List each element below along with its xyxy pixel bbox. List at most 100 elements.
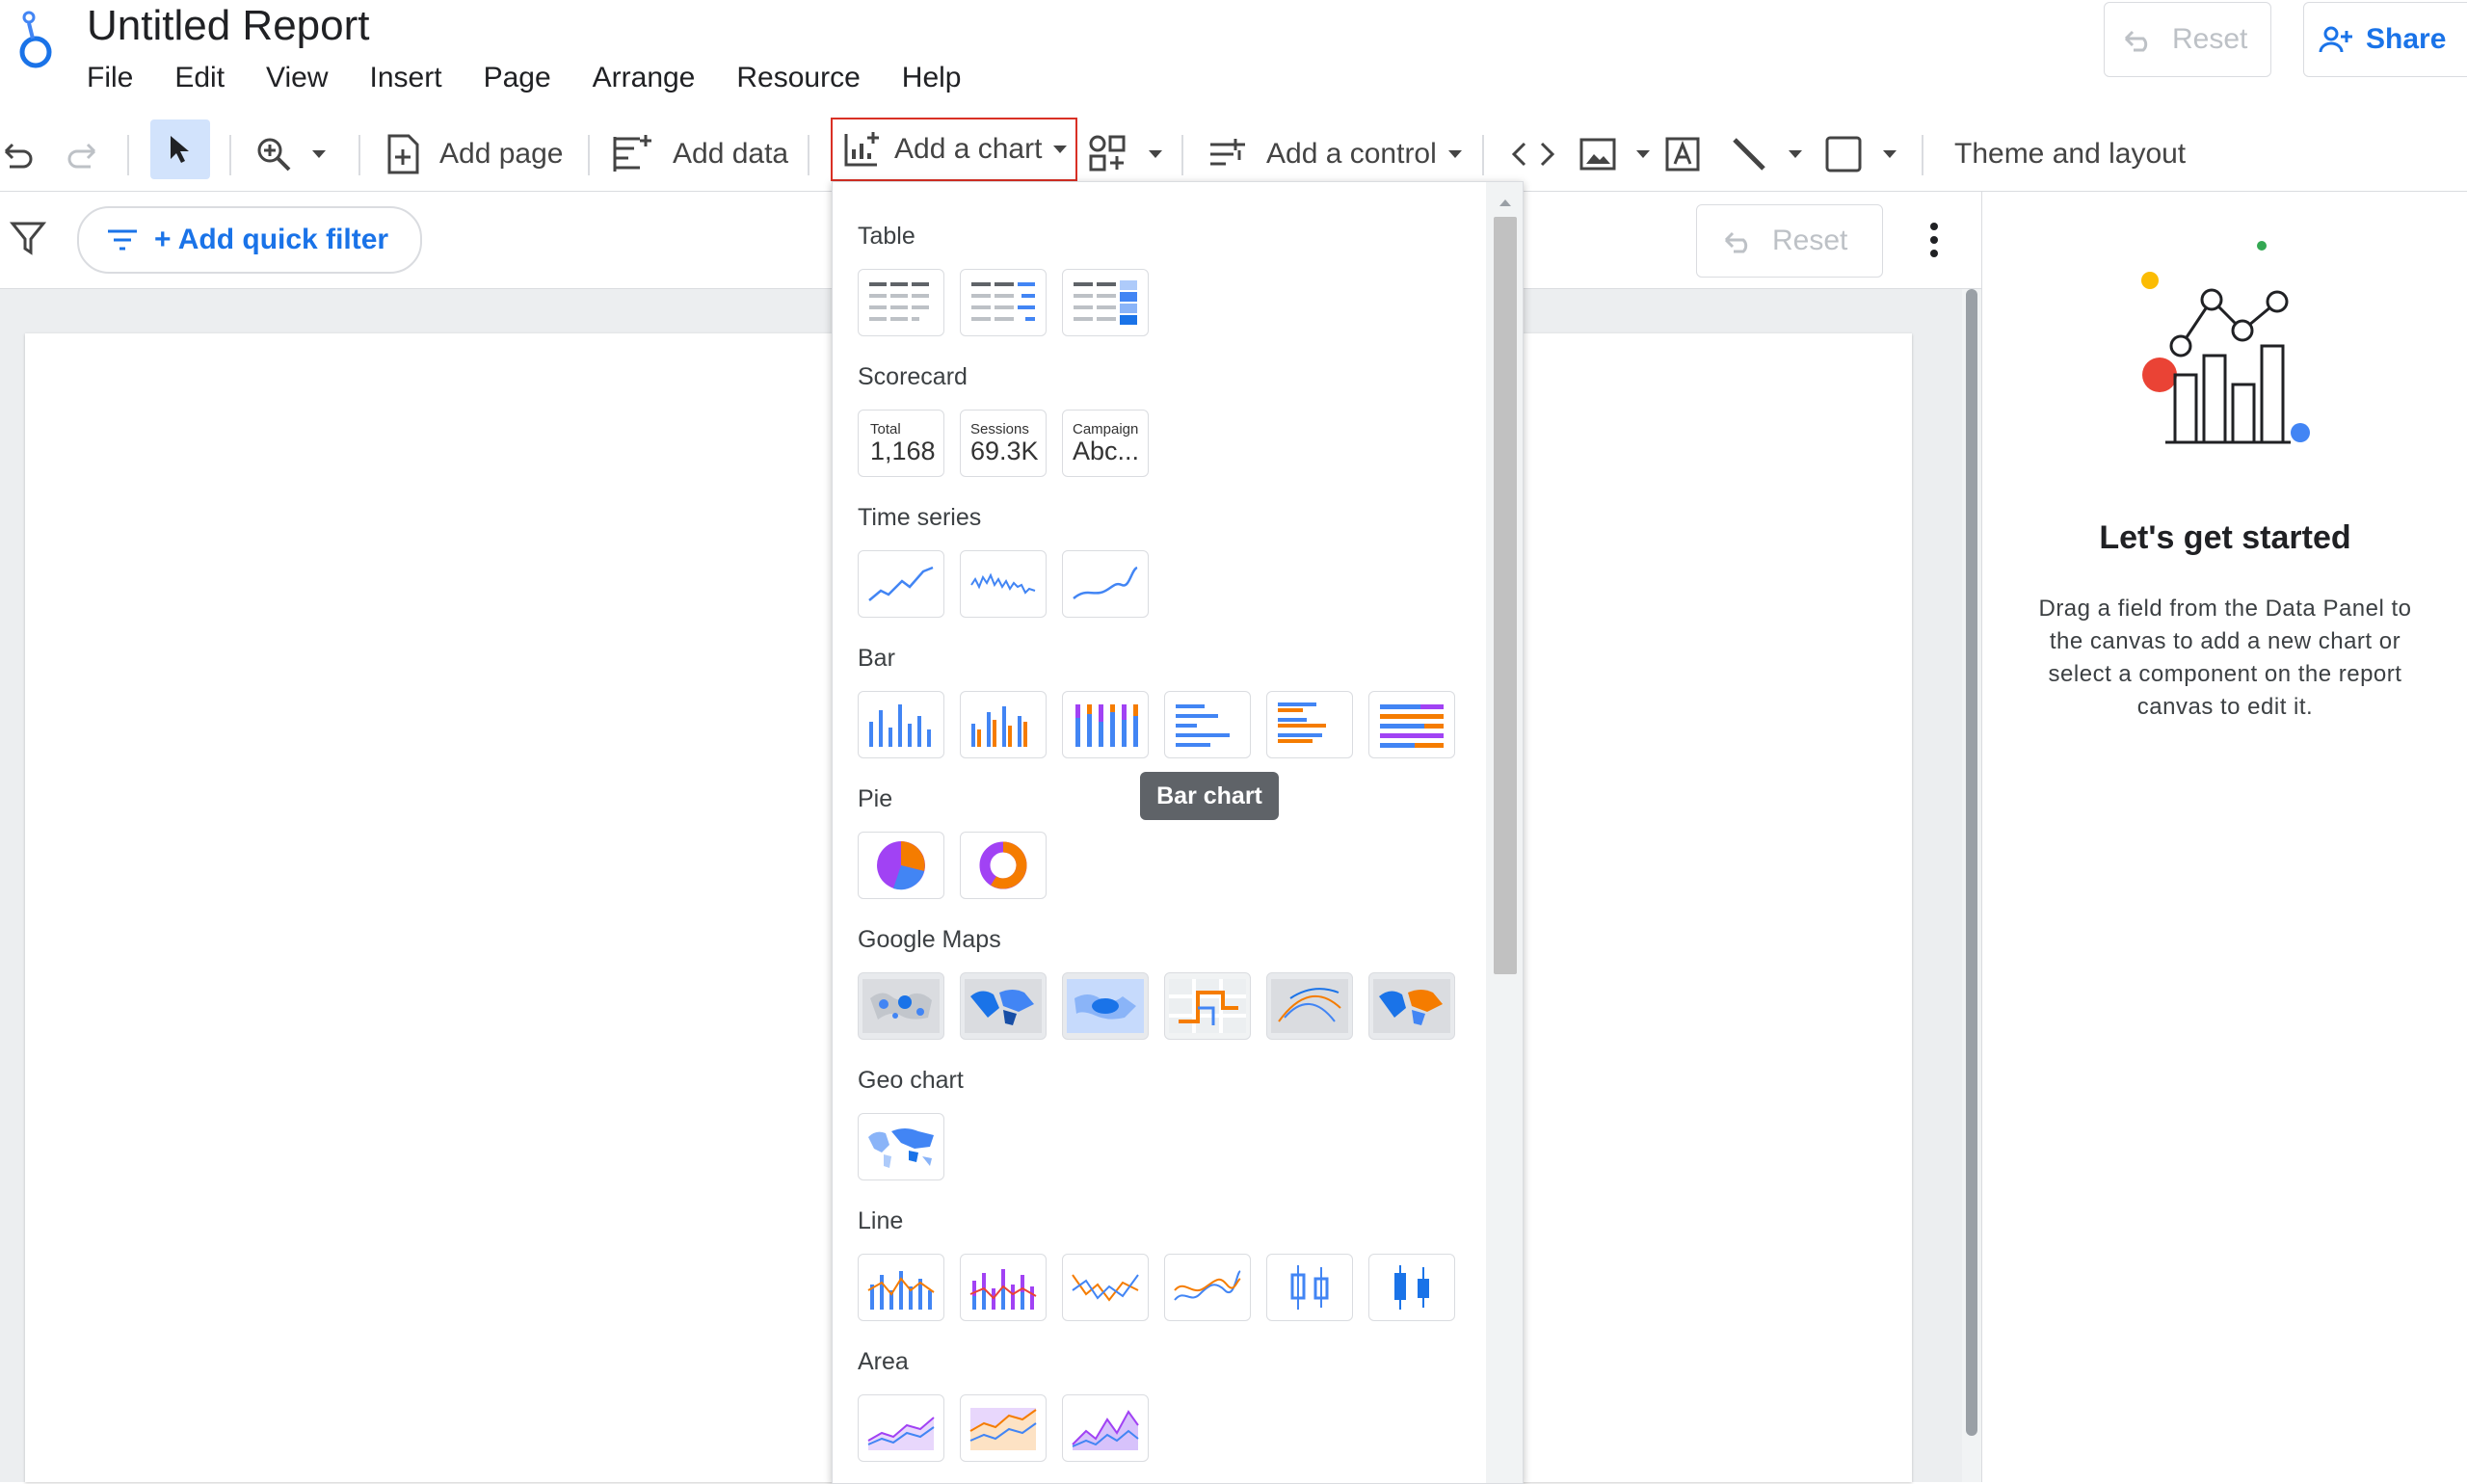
theme-layout-button[interactable]: Theme and layout [1954,118,2186,191]
redo-button[interactable] [64,118,118,191]
combo-chart-option[interactable] [858,1254,944,1321]
component-shapes-icon [1089,135,1126,172]
caret-down-icon [1053,146,1068,153]
add-quick-filter-button[interactable]: + Add quick filter [77,206,422,274]
stacked-combo-chart-option[interactable] [960,1254,1047,1321]
section-bar-label: Bar [858,645,895,672]
filter-icon-button[interactable] [10,220,46,256]
pie-chart-option[interactable] [858,832,944,899]
share-button[interactable]: Share [2303,2,2467,77]
area-chart-option[interactable] [858,1394,944,1462]
smooth-line-icon [1073,566,1138,599]
more-vert-icon [1930,223,1938,257]
menu-insert[interactable]: Insert [370,62,442,94]
menu-file[interactable]: File [87,62,133,94]
candlestick-chart-option[interactable] [1266,1254,1353,1321]
scorecard-text-option[interactable]: Campaign Abc... [1062,410,1149,477]
undo-icon [2124,30,2148,52]
line-map-option[interactable] [1164,972,1251,1040]
geo-chart-option[interactable] [858,1113,944,1180]
filter-funnel-icon [10,222,46,255]
toolbar-divider [808,135,809,175]
grouped-column-chart-option[interactable] [960,691,1047,758]
undo-icon [4,143,33,169]
donut-chart-icon [979,841,1027,889]
canvas-scrollbar-thumb[interactable] [1966,289,1977,1436]
properties-panel: Let's get started Drag a field from the … [1981,192,2467,1482]
percent-area-chart-option[interactable] [1062,1394,1149,1462]
heatmap-map-option[interactable] [1062,972,1149,1040]
sparkline-option[interactable] [960,550,1047,618]
add-chart-button[interactable]: Add a chart [831,118,1077,181]
filled-map-option[interactable] [960,972,1047,1040]
line-chart-option[interactable] [1062,1254,1149,1321]
bar-chart-icon [1176,704,1230,747]
menu-view[interactable]: View [266,62,328,94]
image-button[interactable] [1578,118,1669,191]
menu-scrollbar-thumb[interactable] [1494,217,1517,974]
toolbar-divider [358,135,360,175]
world-map-icon [868,1128,934,1168]
scorecard-option[interactable]: Total 1,168 [858,410,944,477]
scorecard-sample-label: Campaign [1073,421,1139,437]
report-title[interactable]: Untitled Report [87,2,369,50]
time-series-option[interactable] [858,550,944,618]
table-heatmap-option[interactable] [1062,269,1149,336]
undo-button[interactable] [0,118,54,191]
select-tool-button[interactable] [150,119,210,179]
panel-body-line: Drag a field from the Data Panel to [2038,596,2412,622]
filter-reset-button[interactable]: Reset [1696,204,1883,278]
stacked-column-chart-option[interactable] [1062,691,1149,758]
stacked-bar-chart-option[interactable] [1368,691,1455,758]
looker-studio-logo[interactable] [13,10,58,69]
column-chart-option[interactable] [858,691,944,758]
table-with-bars-icon [971,282,1035,321]
zoom-button[interactable] [254,118,345,191]
filled-candlestick-chart-option[interactable] [1368,1254,1455,1321]
line-button[interactable] [1729,118,1821,191]
community-visualizations-button[interactable] [1087,118,1181,191]
shape-button[interactable] [1823,118,1916,191]
canvas-scrollbar-track [1962,289,1981,1482]
add-control-button[interactable]: Add a control [1207,118,1481,191]
grouped-bar-chart-icon [1278,702,1326,743]
column-chart-icon [869,704,931,747]
stacked-area-chart-icon [969,1408,1037,1450]
bar-chart-option[interactable] [1164,691,1251,758]
toolbar-divider [229,135,231,175]
scorecard-compact-option[interactable]: Sessions 69.3K [960,410,1047,477]
donut-chart-option[interactable] [960,832,1047,899]
table-bars-option[interactable] [960,269,1047,336]
menu-help[interactable]: Help [902,62,962,94]
filter-reset-label: Reset [1772,225,1848,256]
scroll-up-arrow-icon[interactable] [1498,198,1513,207]
section-table-label: Table [858,223,915,250]
bubble-map-option[interactable] [858,972,944,1040]
table-chart-option[interactable] [858,269,944,336]
header-reset-button[interactable]: Reset [2104,2,2271,77]
connection-map-option[interactable] [1266,972,1353,1040]
more-options-button[interactable] [1922,220,1947,260]
smoothed-line-chart-option[interactable] [1164,1254,1251,1321]
add-page-button[interactable]: Add page [384,118,563,191]
add-data-label: Add data [673,138,789,170]
panel-body-line: select a component on the report [2048,661,2402,687]
grouped-bar-chart-option[interactable] [1266,691,1353,758]
combo-chart-icon [867,1271,935,1310]
menu-arrange[interactable]: Arrange [593,62,696,94]
choropleth-map-option[interactable] [1368,972,1455,1040]
percent-area-chart-icon [1072,1410,1139,1450]
embed-url-button[interactable] [1511,118,1573,191]
menu-edit[interactable]: Edit [174,62,225,94]
filled-map-icon [965,979,1042,1033]
text-box-icon [1665,137,1700,172]
theme-layout-label: Theme and layout [1954,138,2187,170]
smoothed-time-series-option[interactable] [1062,550,1149,618]
menu-resource[interactable]: Resource [736,62,860,94]
text-box-button[interactable] [1663,118,1719,191]
menu-page[interactable]: Page [484,62,551,94]
section-pie-label: Pie [858,785,893,812]
stacked-area-chart-option[interactable] [960,1394,1047,1462]
add-page-icon [387,134,419,174]
add-data-button[interactable]: Add data [611,118,788,191]
